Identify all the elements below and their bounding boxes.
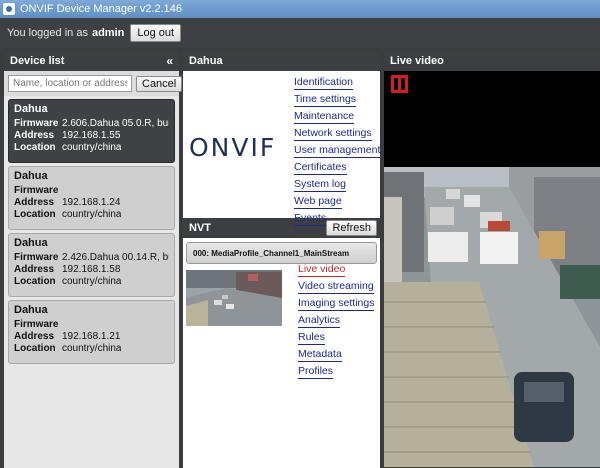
window-title: ONVIF Device Manager v2.2.146 <box>20 3 183 15</box>
device-address: 192.168.1.24 <box>62 197 121 208</box>
login-bar: You logged in as admin Log out <box>0 18 600 48</box>
device-name: Dahua <box>14 237 48 249</box>
nvt-menu: Live video Video streaming Imaging setti… <box>298 263 375 382</box>
video-thumbnail <box>186 270 282 326</box>
location-label: Location <box>14 142 56 153</box>
title-bar: ONVIF Device Manager v2.2.146 <box>0 0 600 18</box>
nvt-title: NVT <box>189 222 211 234</box>
firmware-label: Firmware <box>14 319 59 330</box>
device-menu: Identification Time settings Maintenance… <box>294 76 381 229</box>
device-location: country/china <box>62 209 122 220</box>
live-video-panel: Live video <box>384 51 600 468</box>
device-item[interactable]: Dahua Firmware 2.606.Dahua 05.0.R, build … <box>8 99 175 163</box>
device-name: Dahua <box>14 170 48 182</box>
link-metadata[interactable]: Metadata <box>298 348 342 362</box>
link-profiles[interactable]: Profiles <box>298 365 334 379</box>
nvt-body: 000: MediaProfile_Channel1_MainStream Li… <box>183 242 380 442</box>
device-name: Dahua <box>14 304 48 316</box>
device-detail-title: Dahua <box>189 55 223 67</box>
video-toolbar <box>384 71 600 167</box>
link-video-streaming[interactable]: Video streaming <box>298 280 374 294</box>
media-profile-selector[interactable]: 000: MediaProfile_Channel1_MainStream <box>186 242 377 264</box>
link-user-management[interactable]: User management <box>294 144 381 158</box>
device-item[interactable]: Dahua Firmware 2.426.Dahua 00.14.R, buil … <box>8 233 175 297</box>
location-label: Location <box>14 343 56 354</box>
device-detail-header: Dahua <box>183 51 380 71</box>
address-label: Address <box>14 130 55 141</box>
logout-button[interactable]: Log out <box>130 24 182 42</box>
device-location: country/china <box>62 142 122 153</box>
device-address: 192.168.1.58 <box>62 264 121 275</box>
address-label: Address <box>14 264 55 275</box>
link-rules[interactable]: Rules <box>298 331 325 345</box>
device-address: 192.168.1.55 <box>62 130 121 141</box>
address-label: Address <box>14 331 55 342</box>
device-item[interactable]: Dahua Firmware Address 192.168.1.21 Locat… <box>8 300 175 364</box>
link-maintenance[interactable]: Maintenance <box>294 110 355 124</box>
location-label: Location <box>14 276 56 287</box>
link-certificates[interactable]: Certificates <box>294 161 347 175</box>
firmware-label: Firmware <box>14 118 59 129</box>
cancel-button[interactable]: Cancel <box>136 75 183 92</box>
device-search-row: Cancel <box>4 71 183 96</box>
onvif-logo: ONVIF <box>189 133 277 162</box>
firmware-label: Firmware <box>14 252 59 263</box>
location-label: Location <box>14 209 56 220</box>
link-imaging-settings[interactable]: Imaging settings <box>298 297 375 311</box>
address-label: Address <box>14 197 55 208</box>
device-detail-panel: Dahua ONVIF Identification Time settings… <box>183 51 381 468</box>
link-events[interactable]: Events <box>294 212 327 226</box>
device-item[interactable]: Dahua Firmware Address 192.168.1.24 Locat… <box>8 166 175 230</box>
device-search-input[interactable] <box>8 75 132 92</box>
device-firmware: 2.426.Dahua 00.14.R, buil <box>62 252 169 263</box>
link-system-log[interactable]: System log <box>294 178 346 192</box>
device-location: country/china <box>62 343 122 354</box>
device-name: Dahua <box>14 103 48 115</box>
app-icon <box>3 3 15 15</box>
live-video-view[interactable] <box>384 167 600 467</box>
device-firmware: 2.606.Dahua 05.0.R, build <box>62 118 169 129</box>
device-location: country/china <box>62 276 122 287</box>
collapse-icon[interactable]: « <box>166 54 173 68</box>
login-prefix: You logged in as <box>7 27 88 39</box>
live-video-title: Live video <box>390 55 444 67</box>
link-analytics[interactable]: Analytics <box>298 314 341 328</box>
device-list-title: Device list <box>10 55 65 67</box>
device-list-header: Device list « <box>4 51 179 71</box>
device-list-panel: Device list « Cancel Dahua Firmware2.606… <box>4 51 183 468</box>
pause-icon[interactable] <box>391 75 408 93</box>
device-address: 192.168.1.21 <box>62 331 121 342</box>
firmware-label: Firmware <box>14 185 59 196</box>
device-menu-area: ONVIF Identification Time settings Maint… <box>183 71 381 226</box>
link-live-video[interactable]: Live video <box>298 263 346 277</box>
link-identification[interactable]: Identification <box>294 76 353 90</box>
live-video-header: Live video <box>384 51 600 71</box>
link-time-settings[interactable]: Time settings <box>294 93 357 107</box>
link-web-page[interactable]: Web page <box>294 195 342 209</box>
link-network-settings[interactable]: Network settings <box>294 127 372 141</box>
login-user: admin <box>91 27 125 39</box>
